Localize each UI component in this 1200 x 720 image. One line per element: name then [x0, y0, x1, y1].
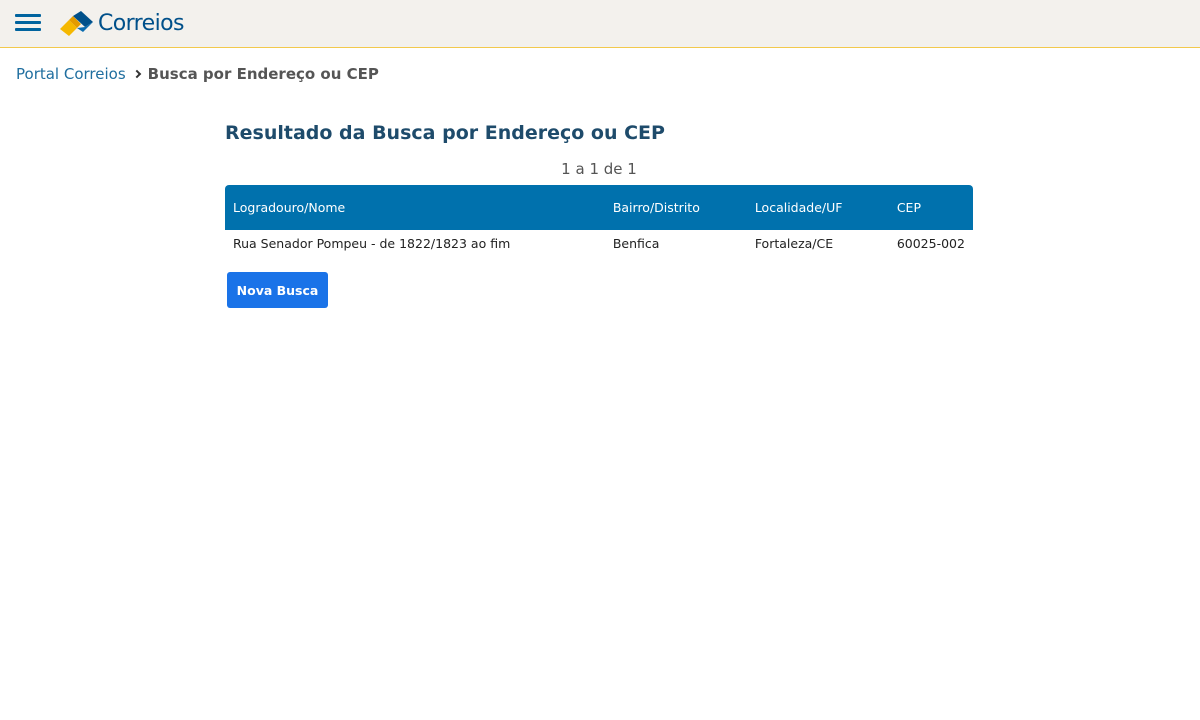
cell-localidade: Fortaleza/CE [754, 236, 834, 251]
table-row: Rua Senador Pompeu - de 1822/1823 ao fim… [225, 230, 973, 257]
chevron-right-icon [132, 69, 141, 79]
main-content: Resultado da Busca por Endereço ou CEP 1… [225, 120, 973, 308]
breadcrumb: Portal Correios Busca por Endereço ou CE… [16, 64, 379, 84]
correios-logo[interactable]: Correios [59, 9, 184, 39]
top-header-bar: Correios [0, 0, 1200, 48]
column-header-logradouro: Logradouro/Nome [233, 200, 346, 215]
logo-text: Correios [98, 11, 184, 36]
column-header-bairro: Bairro/Distrito [612, 200, 700, 215]
pagination-info: 1 a 1 de 1 [561, 160, 637, 178]
column-header-cep: CEP [896, 200, 921, 215]
breadcrumb-current: Busca por Endereço ou CEP [147, 65, 379, 83]
cell-bairro: Benfica [612, 236, 660, 251]
nova-busca-button[interactable]: Nova Busca [227, 272, 328, 308]
correios-logo-icon [60, 11, 93, 36]
menu-line [15, 14, 41, 17]
cell-cep: 60025-002 [896, 236, 965, 251]
menu-line [15, 28, 41, 31]
cell-logradouro: Rua Senador Pompeu - de 1822/1823 ao fim [233, 236, 511, 251]
hamburger-menu-icon[interactable] [15, 13, 41, 35]
page-title: Resultado da Busca por Endereço ou CEP [225, 122, 665, 144]
column-header-localidade: Localidade/UF [754, 200, 843, 215]
breadcrumb-home-link[interactable]: Portal Correios [16, 64, 126, 84]
menu-line [15, 21, 41, 24]
table-header-row: Logradouro/Nome Bairro/Distrito Localida… [225, 185, 973, 230]
results-table: Logradouro/Nome Bairro/Distrito Localida… [225, 185, 973, 257]
